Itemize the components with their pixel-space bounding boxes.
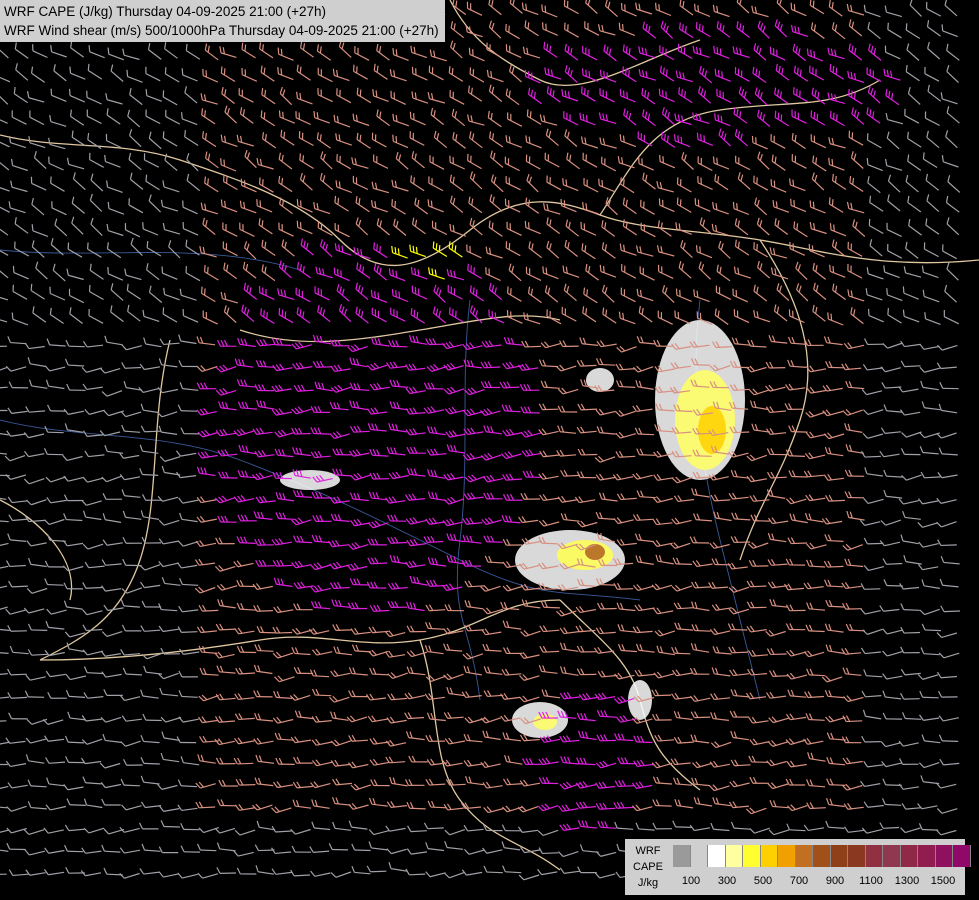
legend-swatch — [953, 845, 971, 867]
cape-area — [628, 680, 652, 720]
legend-swatch — [813, 845, 831, 867]
legend-swatch — [848, 845, 866, 867]
legend-label-cape: CAPE — [633, 861, 663, 873]
legend-swatch — [743, 845, 761, 867]
legend-swatch — [935, 845, 953, 867]
legend-swatch — [830, 845, 848, 867]
legend-tick: 300 — [717, 875, 737, 887]
legend-tick: 1500 — [930, 875, 956, 887]
cape-area — [280, 470, 340, 490]
title-cape: WRF CAPE (J/kg) Thursday 04-09-2025 21:0… — [4, 4, 327, 19]
legend-swatch — [673, 845, 691, 867]
legend-tick: 500 — [753, 875, 773, 887]
legend-swatch — [883, 845, 901, 867]
legend-tick: 100 — [681, 875, 701, 887]
legend-swatch — [795, 845, 813, 867]
legend-tick: 1300 — [894, 875, 920, 887]
legend-swatch — [725, 845, 743, 867]
cape-legend: WRF CAPE J/kg 100 300 500 700 900 1100 1… — [625, 839, 971, 895]
cape-area — [585, 544, 605, 560]
legend-label-wrf: WRF — [635, 845, 661, 857]
legend-swatch — [900, 845, 918, 867]
legend-swatch — [690, 845, 708, 867]
map-title: WRF CAPE (J/kg) Thursday 04-09-2025 21:0… — [0, 0, 445, 42]
weather-map — [0, 0, 979, 900]
legend-swatch — [708, 845, 726, 867]
legend-swatch — [778, 845, 796, 867]
legend-swatch — [760, 845, 778, 867]
legend-swatch — [918, 845, 936, 867]
legend-swatch — [865, 845, 883, 867]
legend-tick: 1100 — [859, 875, 883, 887]
title-wind-shear: WRF Wind shear (m/s) 500/1000hPa Thursda… — [4, 23, 439, 38]
legend-tick: 900 — [825, 875, 845, 887]
legend-label-unit: J/kg — [637, 877, 659, 889]
legend-tick: 700 — [789, 875, 809, 887]
legend-color-scale — [673, 845, 971, 867]
